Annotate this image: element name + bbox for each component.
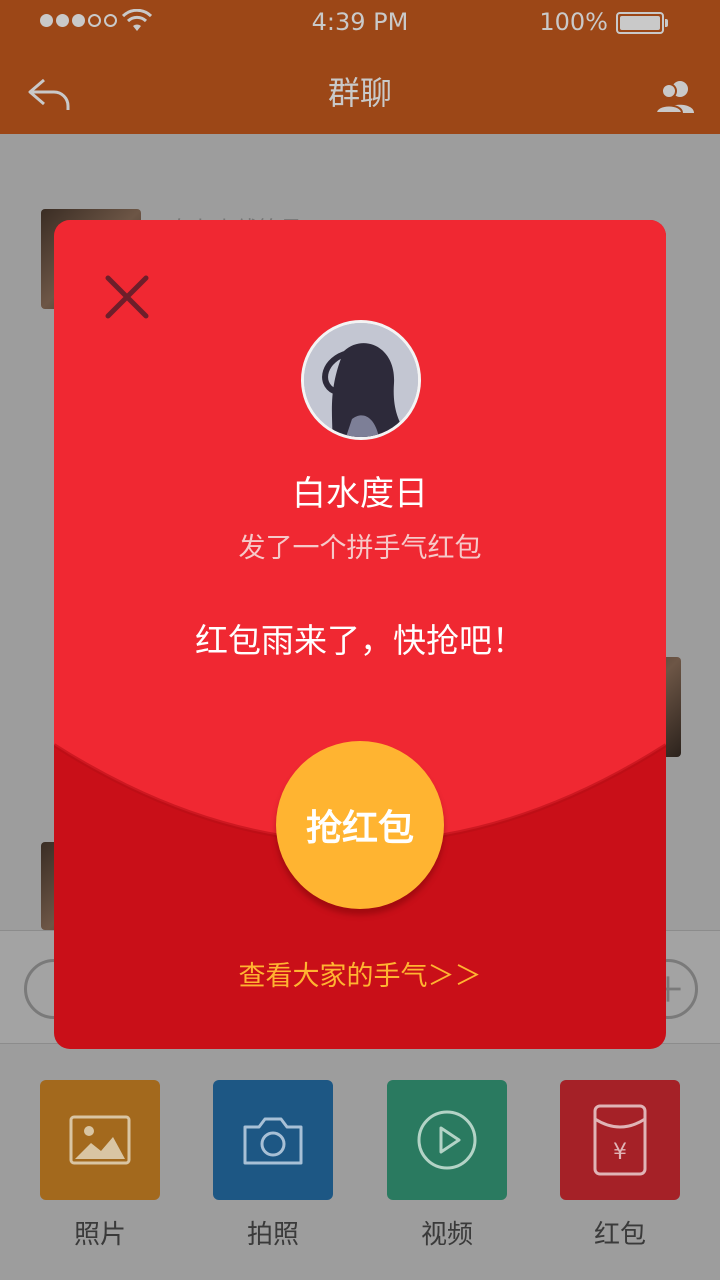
red-packet-dialog: 白水度日 发了一个拼手气红包 红包雨来了，快抢吧！ 抢红包 查看大家的手气＞＞ [54, 220, 666, 1049]
tool-camera[interactable]: 拍照 [213, 1080, 333, 1251]
red-envelope-icon[interactable]: ¥ [560, 1080, 680, 1200]
tool-video[interactable]: 视频 [387, 1080, 507, 1251]
camera-icon[interactable] [213, 1080, 333, 1200]
tool-photo[interactable]: 照片 [40, 1080, 160, 1251]
tool-label: 视频 [420, 1220, 473, 1250]
status-bar: 4:39 PM 100% [0, 0, 720, 46]
top-bar: 4:39 PM 100% 群聊 [0, 0, 720, 134]
page-title: 群聊 [327, 74, 392, 112]
battery-icon [616, 12, 668, 34]
grab-red-packet-button[interactable]: 抢红包 [276, 741, 444, 909]
tool-label: 照片 [73, 1220, 126, 1250]
view-luck-link[interactable]: 查看大家的手气＞＞ [54, 954, 666, 993]
tool-label: 拍照 [246, 1220, 299, 1250]
red-packet-subtitle: 发了一个拼手气红包 [238, 533, 482, 564]
tool-red-envelope[interactable]: ¥ 红包 [560, 1080, 680, 1251]
battery-percent: 100% [539, 8, 608, 36]
tool-label: 红包 [593, 1220, 646, 1250]
sender-name: 白水度日 [292, 474, 428, 514]
attachment-panel: 照片 拍照 视频 ¥ 红包 [0, 1044, 720, 1280]
status-time: 4:39 PM [311, 8, 409, 36]
video-play-icon[interactable] [387, 1080, 507, 1200]
sender-avatar [301, 320, 421, 440]
close-icon[interactable] [102, 272, 152, 322]
svg-text:¥: ¥ [613, 1140, 627, 1165]
group-members-icon[interactable] [654, 78, 698, 114]
red-packet-message: 红包雨来了，快抢吧！ [195, 621, 525, 660]
picture-icon[interactable] [40, 1080, 160, 1200]
